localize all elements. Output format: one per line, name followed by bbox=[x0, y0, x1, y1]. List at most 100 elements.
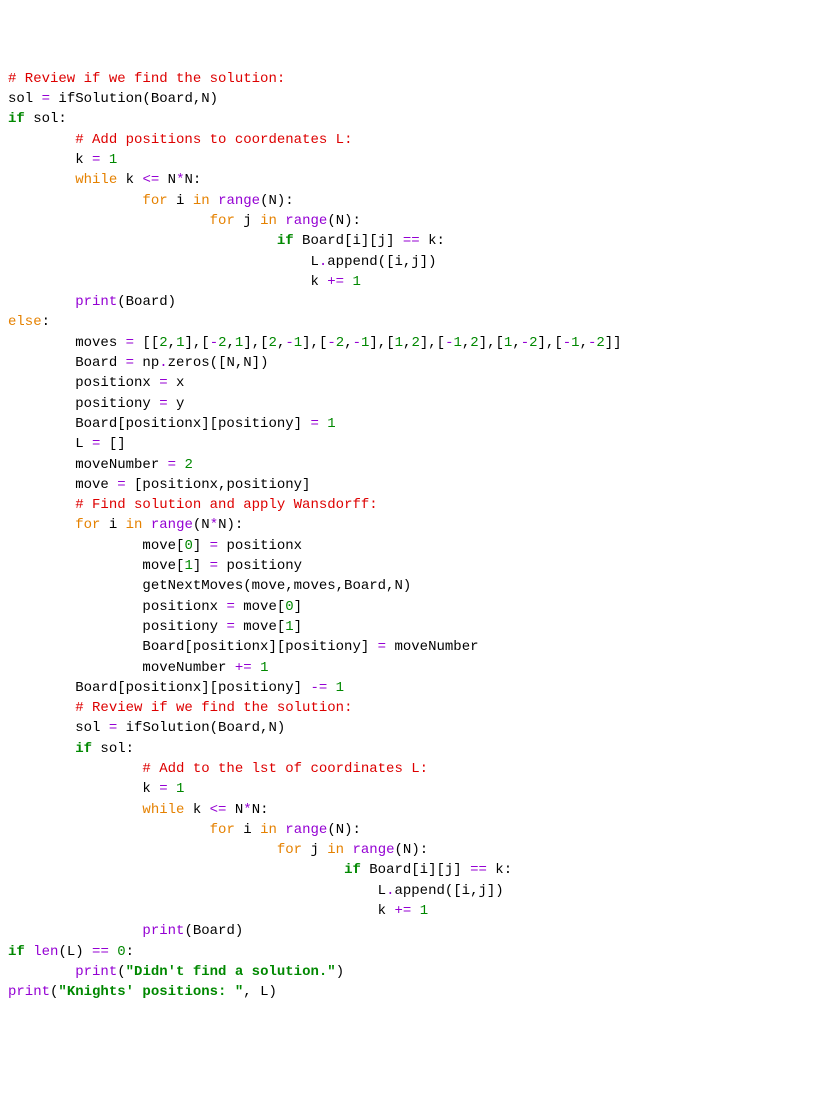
code-token-nm: N): bbox=[218, 517, 243, 533]
code-token-kwc: else bbox=[8, 314, 42, 330]
code-token-pk: range bbox=[151, 517, 193, 533]
code-line: for i in range(N*N): bbox=[8, 515, 831, 535]
code-token-pk: print bbox=[142, 923, 184, 939]
code-token-nm: k bbox=[8, 274, 327, 290]
code-line: Board[positionx][positiony] -= 1 bbox=[8, 678, 831, 698]
code-token-pk: = bbox=[42, 91, 50, 107]
code-token-pk: = bbox=[210, 538, 218, 554]
code-token-nm: append([i,j]) bbox=[394, 883, 503, 899]
code-token-num: 2 bbox=[184, 457, 192, 473]
code-line: move[1] = positiony bbox=[8, 556, 831, 576]
code-token-nm: ],[ bbox=[538, 335, 563, 351]
code-line: positiony = y bbox=[8, 394, 831, 414]
code-token-kwc: for bbox=[210, 213, 235, 229]
code-token-pk: = bbox=[159, 781, 167, 797]
code-token-pk: <= bbox=[210, 802, 227, 818]
code-token-nm: Board[positionx][positiony] bbox=[8, 416, 310, 432]
code-line: print(Board) bbox=[8, 292, 831, 312]
code-token-nm bbox=[8, 497, 75, 513]
code-token-num: 1 bbox=[294, 335, 302, 351]
code-token-num: 1 bbox=[420, 903, 428, 919]
code-line: for i in range(N): bbox=[8, 191, 831, 211]
code-line: else: bbox=[8, 312, 831, 332]
code-token-nm bbox=[411, 903, 419, 919]
code-token-pk: print bbox=[8, 984, 50, 1000]
code-token-num: 1 bbox=[453, 335, 461, 351]
code-token-nm: (N): bbox=[327, 822, 361, 838]
code-token-pk: = bbox=[159, 396, 167, 412]
code-token-pk: = bbox=[168, 457, 176, 473]
code-token-nm: ],[ bbox=[479, 335, 504, 351]
code-token-nm bbox=[8, 822, 210, 838]
code-token-pk: = bbox=[310, 416, 318, 432]
code-token-pk: == bbox=[92, 944, 109, 960]
code-token-nm: : bbox=[42, 314, 50, 330]
code-token-nm bbox=[8, 517, 75, 533]
code-token-nm bbox=[25, 944, 33, 960]
code-token-nm: L bbox=[8, 436, 92, 452]
code-token-nm bbox=[8, 923, 142, 939]
code-token-num: 1 bbox=[176, 781, 184, 797]
code-token-cm: # Add to the lst of coordinates L: bbox=[142, 761, 428, 777]
code-token-num: 2 bbox=[269, 335, 277, 351]
code-token-nm bbox=[327, 680, 335, 696]
code-token-nm: : bbox=[126, 944, 134, 960]
code-token-nm bbox=[8, 213, 210, 229]
code-token-nm: ifSolution(Board,N) bbox=[117, 720, 285, 736]
code-line: print("Knights' positions: ", L) bbox=[8, 982, 831, 1002]
code-token-pk: += bbox=[235, 660, 252, 676]
code-token-nm bbox=[8, 741, 75, 757]
code-token-nm bbox=[8, 802, 142, 818]
code-token-pk: <= bbox=[142, 172, 159, 188]
code-line: Board[positionx][positiony] = moveNumber bbox=[8, 637, 831, 657]
code-token-nm: , bbox=[168, 335, 176, 351]
code-line: while k <= N*N: bbox=[8, 170, 831, 190]
code-token-nm bbox=[8, 132, 75, 148]
code-token-pk: range bbox=[218, 193, 260, 209]
code-token-nm: k: bbox=[487, 862, 512, 878]
code-token-nm: (Board) bbox=[184, 923, 243, 939]
code-line: if len(L) == 0: bbox=[8, 942, 831, 962]
code-line: k += 1 bbox=[8, 272, 831, 292]
code-token-num: 2 bbox=[218, 335, 226, 351]
code-line: print("Didn't find a solution.") bbox=[8, 962, 831, 982]
code-token-pk: - bbox=[210, 335, 218, 351]
code-token-nm: positionx bbox=[8, 375, 159, 391]
code-token-nm: Board[i][j] bbox=[361, 862, 470, 878]
code-token-kwc: for bbox=[277, 842, 302, 858]
code-token-num: 1 bbox=[184, 558, 192, 574]
code-token-pk: += bbox=[327, 274, 344, 290]
code-token-nm: ] bbox=[294, 599, 302, 615]
code-token-nm: ],[ bbox=[369, 335, 394, 351]
code-token-num: 1 bbox=[336, 680, 344, 696]
code-token-pk: * bbox=[210, 517, 218, 533]
code-token-pk: == bbox=[403, 233, 420, 249]
code-token-nm bbox=[109, 944, 117, 960]
code-token-pk: . bbox=[159, 355, 167, 371]
code-token-nm: move bbox=[8, 477, 117, 493]
code-token-nm: ],[ bbox=[302, 335, 327, 351]
code-token-num: 1 bbox=[571, 335, 579, 351]
code-token-pk: = bbox=[226, 599, 234, 615]
code-line: positiony = move[1] bbox=[8, 617, 831, 637]
code-token-nm: moveNumber bbox=[8, 457, 168, 473]
code-token-nm: k: bbox=[420, 233, 445, 249]
code-token-nm: k bbox=[8, 152, 92, 168]
code-token-nm: sol: bbox=[25, 111, 67, 127]
code-token-nm: Board[i][j] bbox=[294, 233, 403, 249]
code-token-nm: positiony bbox=[8, 619, 226, 635]
code-token-cm: # Find solution and apply Wansdorff: bbox=[75, 497, 377, 513]
code-token-nm: ]] bbox=[605, 335, 622, 351]
code-token-nm: (Board) bbox=[117, 294, 176, 310]
code-token-nm: L bbox=[8, 883, 386, 899]
code-token-nm: (N): bbox=[395, 842, 429, 858]
code-token-nm bbox=[8, 233, 277, 249]
code-token-nm: , L) bbox=[243, 984, 277, 1000]
code-line: moves = [[2,1],[-2,1],[2,-1],[-2,-1],[1,… bbox=[8, 333, 831, 353]
code-token-num: 0 bbox=[184, 538, 192, 554]
code-token-kw: if bbox=[277, 233, 294, 249]
code-token-cm: # Review if we find the solution: bbox=[8, 71, 285, 87]
code-token-nm: positiony bbox=[8, 396, 159, 412]
code-line: print(Board) bbox=[8, 921, 831, 941]
code-line: move[0] = positionx bbox=[8, 536, 831, 556]
